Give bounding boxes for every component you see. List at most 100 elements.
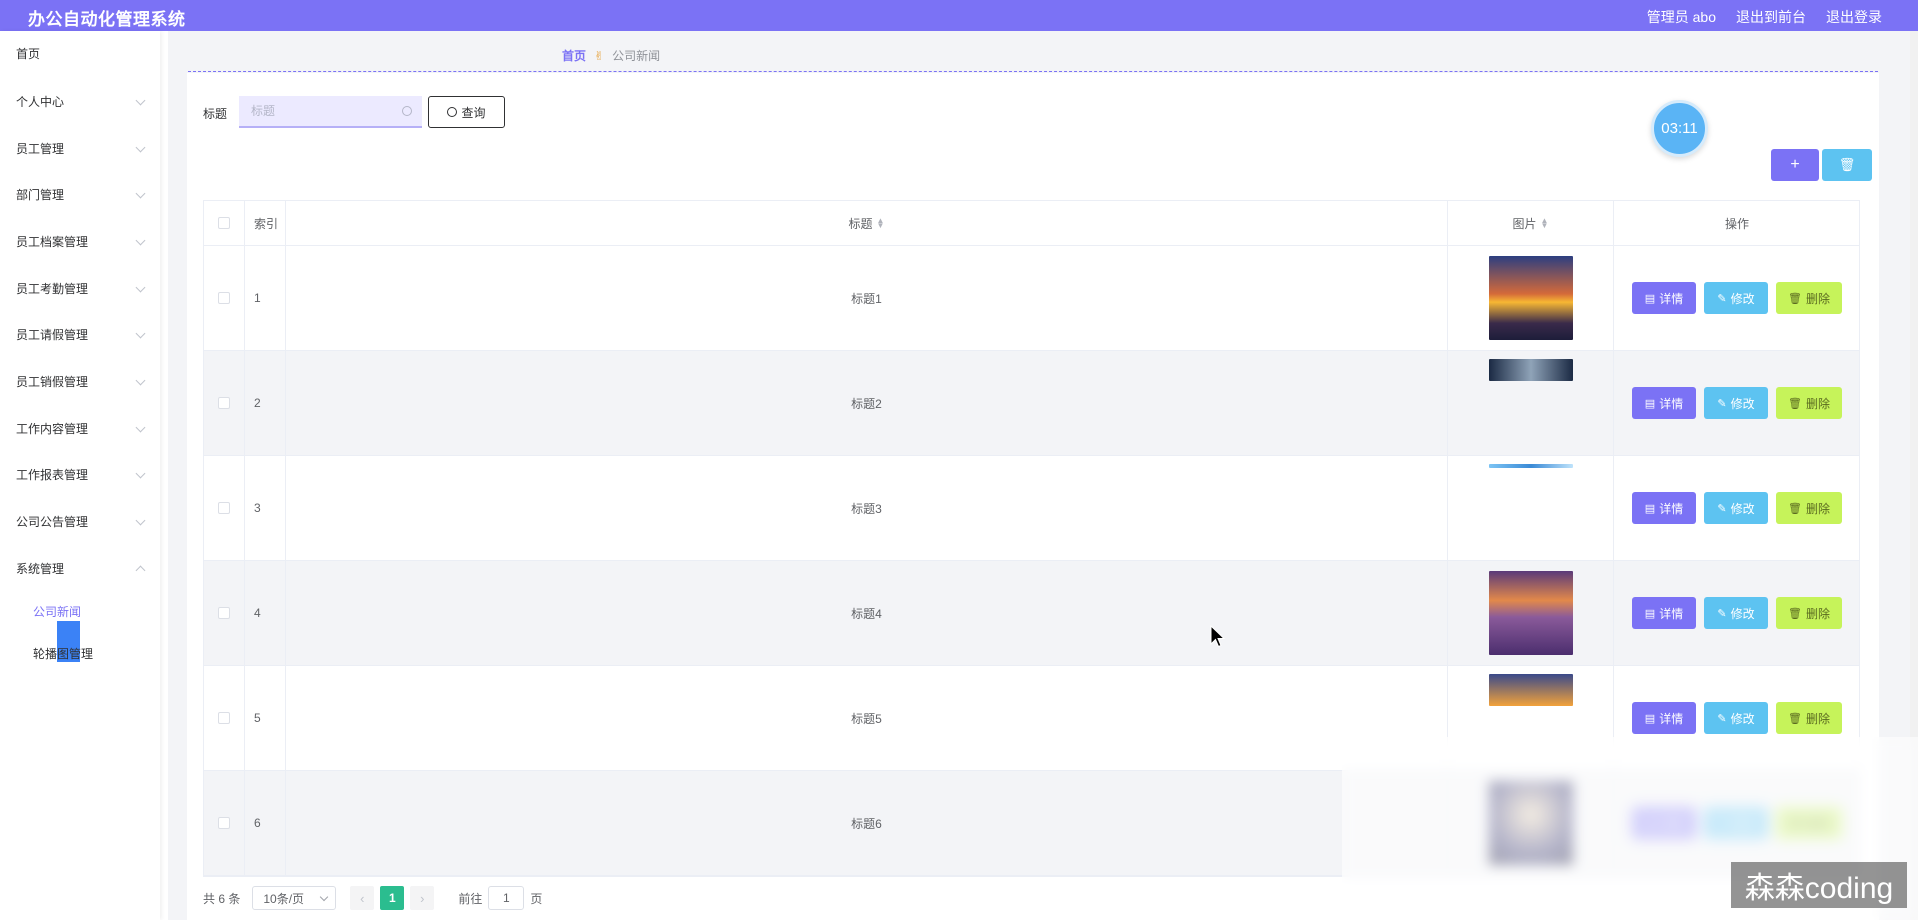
- query-button-label: 查询: [461, 105, 486, 120]
- chevron-down-icon: [135, 468, 146, 479]
- edit-button[interactable]: ✎修改: [1704, 282, 1768, 314]
- detail-button[interactable]: ▤详情: [1632, 597, 1696, 629]
- row-image-cell: [1448, 246, 1614, 350]
- detail-button[interactable]: ▤详情: [1632, 492, 1696, 524]
- divider: [188, 71, 1878, 72]
- delete-label: 删除: [1805, 711, 1830, 726]
- page-size-value: 10条/页: [263, 891, 305, 906]
- edit-button[interactable]: ✎修改: [1704, 492, 1768, 524]
- submenu-item-company-news[interactable]: 公司新闻: [33, 603, 81, 620]
- column-header-title[interactable]: 标题 ▲ ▼: [286, 201, 1448, 245]
- search-label: 标题: [203, 107, 228, 121]
- row-select[interactable]: [204, 561, 245, 665]
- mouse-cursor-icon: [1210, 625, 1226, 648]
- column-image-label: 图片: [1512, 216, 1537, 231]
- page-size-select[interactable]: 10条/页: [252, 886, 337, 910]
- edit-label: 修改: [1730, 501, 1755, 516]
- row-select[interactable]: [204, 246, 245, 350]
- goto-page-input[interactable]: 1: [488, 886, 525, 910]
- news-thumbnail[interactable]: [1488, 359, 1573, 381]
- exit-to-front-link[interactable]: 退出到前台: [1736, 7, 1806, 27]
- row-index: 1: [245, 246, 286, 350]
- table-row: 1 标题1 ▤ 详情 ✎ 修改 🗑 删除: [204, 246, 1859, 351]
- detail-button[interactable]: ▤详情: [1632, 387, 1696, 419]
- add-button[interactable]: +: [1771, 149, 1819, 181]
- delete-button[interactable]: 🗑删除: [1776, 282, 1842, 314]
- edit-button[interactable]: ✎修改: [1704, 597, 1768, 629]
- plus-icon: +: [1790, 156, 1800, 173]
- search-icon: [402, 106, 412, 116]
- row-select[interactable]: [204, 351, 245, 455]
- detail-button[interactable]: ▤详情: [1632, 702, 1696, 734]
- checkbox[interactable]: [218, 217, 230, 229]
- logout-link[interactable]: 退出登录: [1826, 7, 1882, 27]
- trash-icon: 🗑: [1788, 292, 1802, 305]
- document-icon: ▤: [1644, 712, 1656, 725]
- page-number[interactable]: 1: [380, 886, 405, 910]
- column-header-index: 索引: [245, 201, 286, 245]
- row-title: 标题2: [286, 351, 1448, 455]
- row-select[interactable]: [204, 456, 245, 560]
- sidebar-item-work-content[interactable]: 工作内容管理: [16, 420, 146, 440]
- sidebar-item-attendance[interactable]: 员工考勤管理: [16, 280, 146, 300]
- trash-icon: 🗑: [1788, 607, 1802, 620]
- sidebar-item-announcement[interactable]: 公司公告管理: [16, 513, 146, 533]
- checkbox[interactable]: [218, 502, 230, 514]
- chevron-down-icon: [320, 892, 329, 902]
- news-thumbnail[interactable]: [1488, 571, 1573, 655]
- column-header-image[interactable]: 图片 ▲ ▼: [1448, 201, 1614, 245]
- row-title: 标题3: [286, 456, 1448, 560]
- next-page-button[interactable]: ›: [410, 886, 435, 910]
- detail-button[interactable]: ▤详情: [1632, 282, 1696, 314]
- sidebar-item-employee[interactable]: 员工管理: [16, 140, 146, 160]
- document-icon: ▤: [1644, 292, 1656, 305]
- trash-icon: 🗑: [1788, 397, 1802, 410]
- sidebar-item-department[interactable]: 部门管理: [16, 186, 146, 206]
- breadcrumb: 首页 ✌ 公司新闻: [562, 47, 660, 64]
- goto-label: 前往: [458, 891, 483, 906]
- news-thumbnail[interactable]: [1488, 256, 1573, 340]
- sidebar-item-employee-archive[interactable]: 员工档案管理: [16, 233, 146, 253]
- delete-button[interactable]: 🗑删除: [1776, 492, 1842, 524]
- checkbox[interactable]: [218, 817, 230, 829]
- news-thumbnail[interactable]: [1488, 674, 1573, 706]
- search-field[interactable]: [239, 96, 422, 128]
- bulk-delete-button[interactable]: 🗑: [1822, 149, 1872, 181]
- edit-button[interactable]: ✎修改: [1704, 387, 1768, 419]
- sidebar-item-home[interactable]: 首页: [16, 45, 144, 65]
- sort-icon[interactable]: ▲ ▼: [877, 217, 885, 230]
- checkbox[interactable]: [218, 292, 230, 304]
- row-select[interactable]: [204, 666, 245, 770]
- chevron-up-icon: [135, 565, 146, 576]
- document-icon: ▤: [1644, 397, 1656, 410]
- checkbox[interactable]: [218, 712, 230, 724]
- checkbox[interactable]: [218, 607, 230, 619]
- edit-label: 修改: [1730, 396, 1755, 411]
- sidebar-item-leave[interactable]: 员工请假管理: [16, 326, 146, 346]
- row-select[interactable]: [204, 771, 245, 875]
- sidebar-item-personal-center[interactable]: 个人中心: [16, 93, 146, 113]
- watermark: 森森coding: [1731, 862, 1907, 908]
- delete-button[interactable]: 🗑删除: [1776, 702, 1842, 734]
- query-button[interactable]: 查询: [428, 96, 505, 128]
- sidebar-item-work-report[interactable]: 工作报表管理: [16, 466, 146, 486]
- sidebar-item-system[interactable]: 系统管理: [16, 560, 146, 580]
- sidebar-item-label: 员工管理: [16, 142, 65, 156]
- edit-button[interactable]: ✎修改: [1704, 702, 1768, 734]
- checkbox[interactable]: [218, 397, 230, 409]
- sidebar-item-leave-cancel[interactable]: 员工销假管理: [16, 373, 146, 393]
- search-input[interactable]: [239, 96, 389, 126]
- delete-button[interactable]: 🗑删除: [1776, 387, 1842, 419]
- delete-button[interactable]: 🗑删除: [1776, 597, 1842, 629]
- row-index: 5: [245, 666, 286, 770]
- sidebar-item-label: 员工档案管理: [16, 235, 89, 249]
- prev-page-button[interactable]: ‹: [350, 886, 375, 910]
- breadcrumb-home[interactable]: 首页: [562, 47, 586, 64]
- sort-icon[interactable]: ▲ ▼: [1541, 217, 1549, 230]
- header-select-all[interactable]: [204, 201, 245, 245]
- chevron-down-icon: [135, 235, 146, 246]
- row-index: 4: [245, 561, 286, 665]
- submenu-item-carousel[interactable]: 轮播图管理: [33, 645, 93, 662]
- pencil-icon: ✎: [1717, 607, 1727, 620]
- news-thumbnail[interactable]: [1488, 464, 1573, 468]
